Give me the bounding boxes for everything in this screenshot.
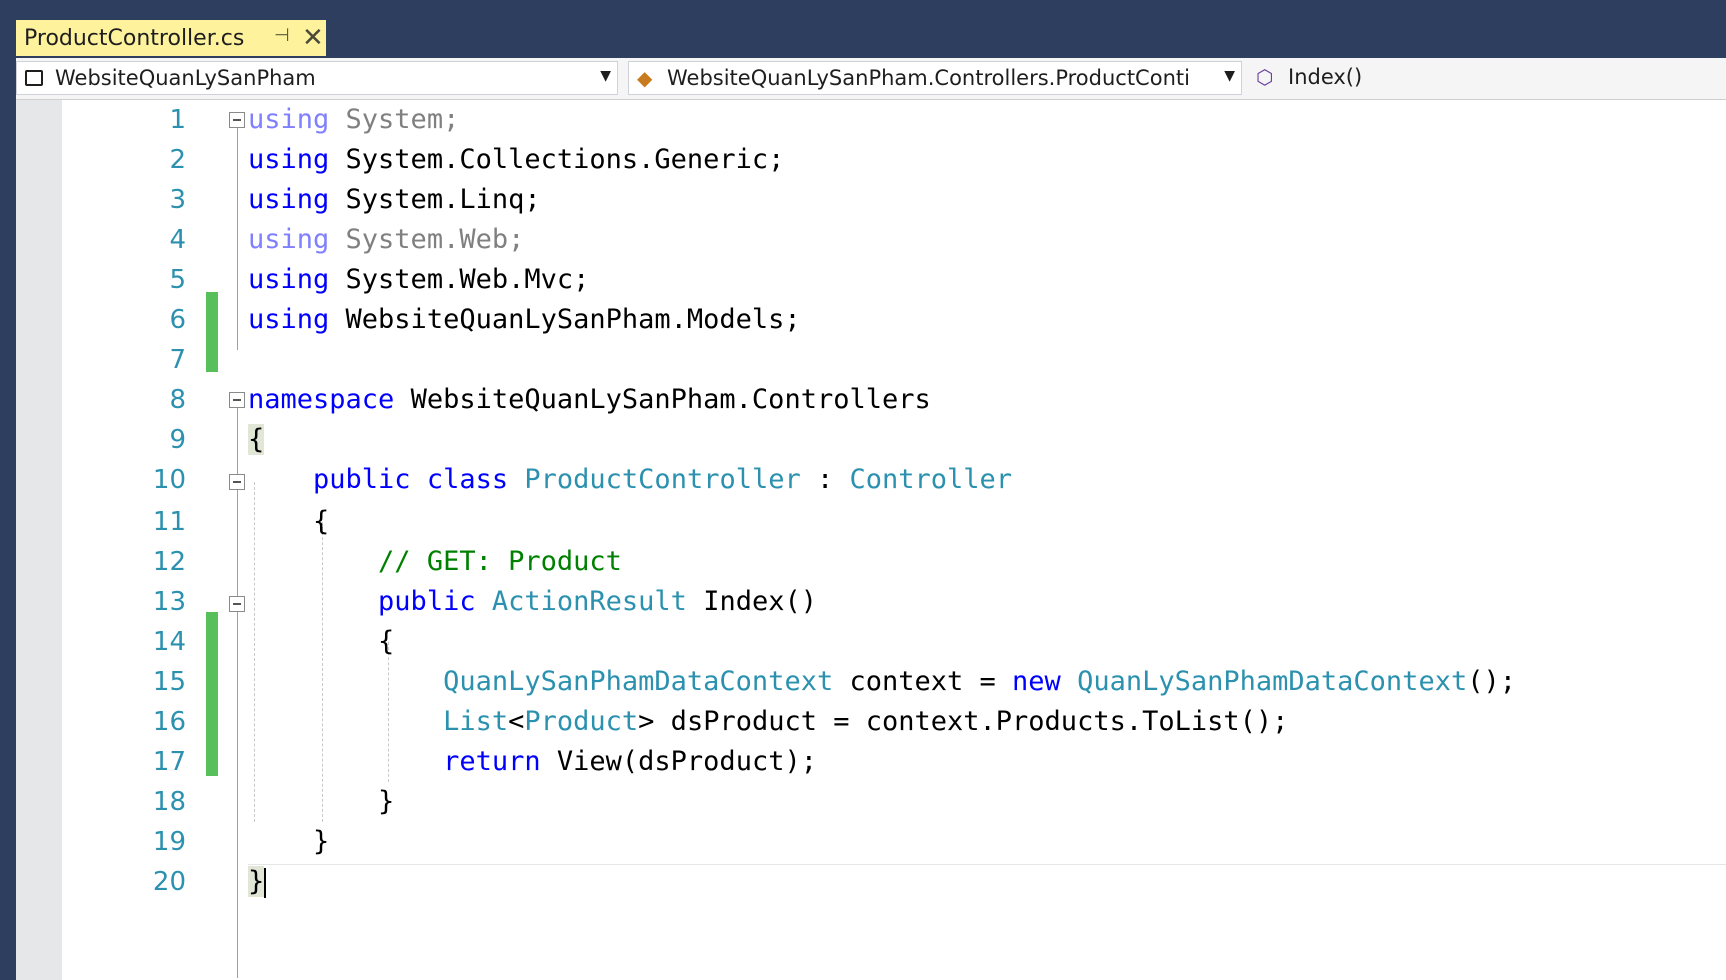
pin-icon[interactable]: ⊣ [274,25,290,46]
code-text[interactable]: QuanLySanPhamDataContext context = new Q… [248,662,1516,702]
code-text[interactable]: return View(dsProduct); [248,742,817,782]
navigation-bar: WebsiteQuanLySanPham ▼ ◆ WebsiteQuanLySa… [16,58,1726,100]
member-dropdown-value: Index() [1288,65,1363,89]
line-number: 4 [169,225,186,255]
csharp-web-project-icon [25,70,43,86]
collapse-icon[interactable] [229,474,245,490]
code-line: 1 using System; [16,100,1726,140]
code-line: 16 List<Product> dsProduct = context.Pro… [16,702,1726,742]
project-dropdown-value: WebsiteQuanLySanPham [55,66,316,90]
code-text[interactable]: public class ProductController : Control… [248,460,1012,500]
code-line: 15 QuanLySanPhamDataContext context = ne… [16,662,1726,702]
collapse-icon[interactable] [229,112,245,128]
code-text[interactable]: { [248,420,265,460]
code-line: 10 public class ProductController : Cont… [16,460,1726,500]
code-line: 5 using System.Web.Mvc; [16,260,1726,300]
line-number: 3 [169,185,186,215]
code-text[interactable]: using System.Collections.Generic; [248,140,784,180]
member-dropdown[interactable]: ⬡ Index() [1248,61,1726,95]
code-line: 2 using System.Collections.Generic; [16,140,1726,180]
code-line: 9 { [16,420,1726,460]
code-line: 18 } [16,782,1726,822]
line-number: 5 [169,265,186,295]
current-line-highlight [248,864,1726,901]
code-text[interactable]: using System.Web.Mvc; [248,260,589,300]
class-dropdown-value: WebsiteQuanLySanPham.Controllers.Product… [667,66,1190,90]
code-text[interactable]: using System.Linq; [248,180,541,220]
close-icon[interactable]: ✕ [302,22,324,53]
code-text[interactable]: { [248,502,329,542]
code-text[interactable]: public ActionResult Index() [248,582,817,622]
line-number: 11 [152,507,186,537]
line-number: 8 [169,385,186,415]
code-line: 11 { [16,502,1726,542]
code-line: 8 namespace WebsiteQuanLySanPham.Control… [16,380,1726,420]
line-number: 14 [152,627,186,657]
class-dropdown[interactable]: ◆ WebsiteQuanLySanPham.Controllers.Produ… [628,61,1242,95]
chevron-down-icon[interactable]: ▼ [600,68,611,84]
line-number: 2 [169,145,186,175]
code-line: 4 using System.Web; [16,220,1726,260]
line-number: 12 [152,547,186,577]
method-icon: ⬡ [1256,65,1274,89]
code-editor[interactable]: 1 using System; 2 using System.Collectio… [16,100,1726,980]
code-line: 20 } [16,862,1726,902]
line-number: 13 [152,587,186,617]
code-line: 3 using System.Linq; [16,180,1726,220]
code-line: 13 public ActionResult Index() [16,582,1726,622]
collapse-icon[interactable] [229,596,245,612]
line-number: 15 [152,667,186,697]
class-icon: ◆ [637,66,653,90]
line-number: 17 [152,747,186,777]
project-dropdown[interactable]: WebsiteQuanLySanPham ▼ [16,61,618,95]
code-text[interactable]: } [248,782,394,822]
code-text[interactable]: { [248,622,394,662]
code-text[interactable]: namespace WebsiteQuanLySanPham.Controlle… [248,380,931,420]
line-number: 1 [169,105,186,135]
code-line: 19 } [16,822,1726,862]
code-text[interactable]: } [248,862,267,902]
line-number: 10 [152,465,186,495]
code-text[interactable]: } [248,822,329,862]
line-number: 7 [169,345,186,375]
tab-title: ProductController.cs [24,26,245,51]
line-number: 9 [169,425,186,455]
collapse-icon[interactable] [229,392,245,408]
code-text[interactable]: List<Product> dsProduct = context.Produc… [248,702,1288,742]
code-text[interactable]: using System; [248,100,459,140]
tab-product-controller[interactable]: ProductController.cs ⊣ ✕ [16,20,326,56]
code-line: 12 // GET: Product [16,542,1726,582]
line-number: 19 [152,827,186,857]
document-tab-strip: ProductController.cs ⊣ ✕ [0,0,1726,56]
line-number: 18 [152,787,186,817]
code-line: 14 { [16,622,1726,662]
code-line: 17 return View(dsProduct); [16,742,1726,782]
line-number: 16 [152,707,186,737]
code-line: 6 using WebsiteQuanLySanPham.Models; [16,300,1726,340]
text-caret [264,867,267,898]
line-number: 20 [152,867,186,897]
code-text[interactable]: // GET: Product [248,542,622,582]
chevron-down-icon[interactable]: ▼ [1224,68,1235,84]
code-line: 7 [16,340,1726,380]
line-number: 6 [169,305,186,335]
code-text[interactable]: using System.Web; [248,220,524,260]
code-text[interactable]: using WebsiteQuanLySanPham.Models; [248,300,801,340]
